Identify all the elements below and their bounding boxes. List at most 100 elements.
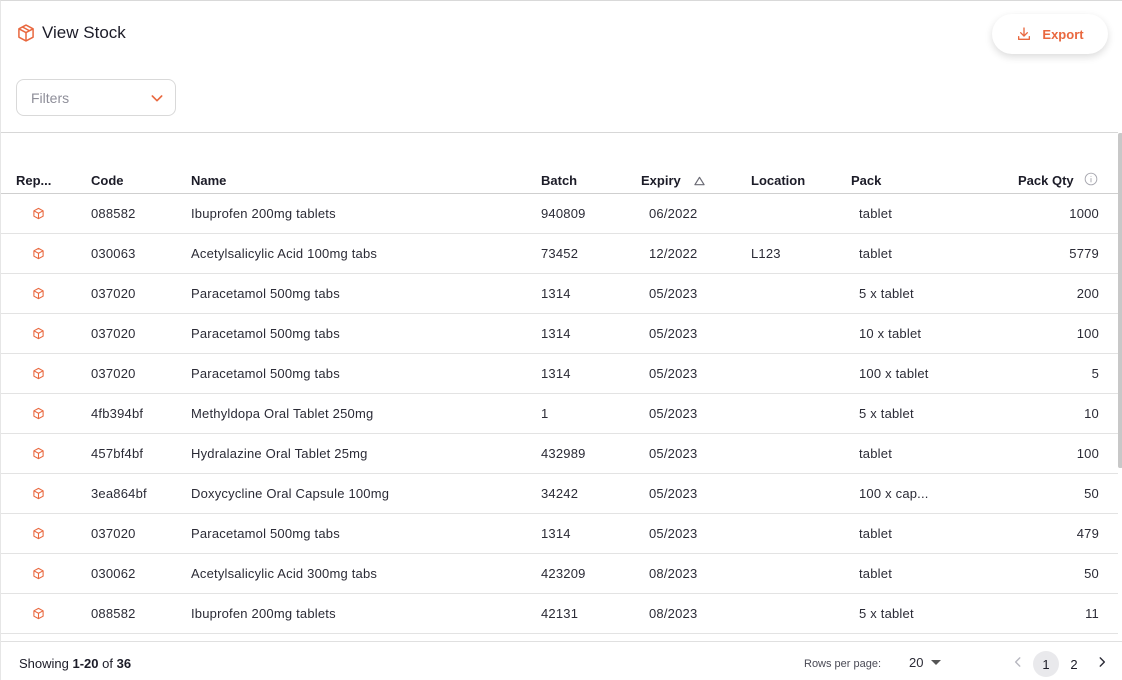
cell-code: 030063 bbox=[91, 246, 136, 261]
table-row[interactable]: 088582 Ibuprofen 200mg tablets 940809 06/20… bbox=[1, 194, 1118, 234]
box-icon bbox=[32, 447, 45, 460]
page-button-1[interactable]: 1 bbox=[1033, 651, 1059, 677]
cell-pack-qty: 100 bbox=[1076, 326, 1099, 341]
cell-pack: tablet bbox=[859, 566, 893, 581]
rows-per-page-select[interactable]: 20 bbox=[909, 655, 942, 670]
export-label: Export bbox=[1042, 26, 1084, 42]
table-row[interactable]: 037020 Paracetamol 500mg tabs 1314 05/2023 5… bbox=[1, 274, 1118, 314]
cell-expiry: 05/2023 bbox=[649, 366, 698, 381]
cell-batch: 34242 bbox=[541, 486, 579, 501]
cell-pack: tablet bbox=[859, 446, 893, 461]
column-header-code[interactable]: Code bbox=[91, 173, 124, 188]
cell-expiry: 05/2023 bbox=[649, 446, 698, 461]
table-body: 088582 Ibuprofen 200mg tablets 940809 06/20… bbox=[1, 194, 1118, 634]
table-row[interactable]: 030063 Acetylsalicylic Acid 100mg tabs 734… bbox=[1, 234, 1118, 274]
sort-ascending-icon[interactable] bbox=[694, 176, 705, 186]
table-row[interactable]: 030062 Acetylsalicylic Acid 300mg tabs 423… bbox=[1, 554, 1118, 594]
table-row[interactable]: 037020 Paracetamol 500mg tabs 1314 05/2023 1… bbox=[1, 354, 1118, 394]
table-row[interactable]: 037020 Paracetamol 500mg tabs 1314 05/2023 1… bbox=[1, 314, 1118, 354]
cell-expiry: 06/2022 bbox=[649, 206, 698, 221]
cell-pack-qty: 10 bbox=[1084, 406, 1099, 421]
rows-per-page-label: Rows per page: bbox=[804, 658, 882, 670]
cell-batch: 1314 bbox=[541, 366, 571, 381]
column-header-batch[interactable]: Batch bbox=[541, 173, 577, 188]
showing-of: of bbox=[98, 656, 117, 671]
box-icon bbox=[18, 24, 34, 42]
stock-table: Rep... Code Name Batch Expiry Location P… bbox=[1, 133, 1118, 634]
column-header-rep[interactable]: Rep... bbox=[16, 173, 51, 188]
box-icon bbox=[32, 207, 45, 220]
cell-expiry: 08/2023 bbox=[649, 606, 698, 621]
cell-pack: 5 x tablet bbox=[859, 606, 914, 621]
rows-per-page-value: 20 bbox=[909, 655, 924, 670]
cell-name: Ibuprofen 200mg tablets bbox=[191, 606, 336, 621]
showing-prefix: Showing bbox=[19, 656, 73, 671]
table-header: Rep... Code Name Batch Expiry Location P… bbox=[1, 133, 1118, 194]
cell-pack-qty: 50 bbox=[1084, 486, 1099, 501]
column-header-pack[interactable]: Pack bbox=[851, 173, 881, 188]
table-row[interactable]: 4fb394bf Methyldopa Oral Tablet 250mg 1 05/… bbox=[1, 394, 1118, 434]
column-header-pack-qty[interactable]: Pack Qty bbox=[1018, 173, 1074, 188]
cell-code: 030062 bbox=[91, 566, 136, 581]
box-icon bbox=[32, 327, 45, 340]
cell-name: Paracetamol 500mg tabs bbox=[191, 286, 340, 301]
table-row[interactable]: 3ea864bf Doxycycline Oral Capsule 100mg 34… bbox=[1, 474, 1118, 514]
cell-expiry: 12/2022 bbox=[649, 246, 698, 261]
box-icon bbox=[32, 607, 45, 620]
showing-range: 1-20 bbox=[72, 656, 99, 671]
cell-batch: 423209 bbox=[541, 566, 586, 581]
cell-name: Paracetamol 500mg tabs bbox=[191, 326, 340, 341]
cell-code: 088582 bbox=[91, 206, 136, 221]
info-icon[interactable] bbox=[1084, 172, 1098, 186]
column-header-expiry[interactable]: Expiry bbox=[641, 173, 681, 188]
box-icon bbox=[32, 527, 45, 540]
cell-expiry: 08/2023 bbox=[649, 566, 698, 581]
cell-name: Paracetamol 500mg tabs bbox=[191, 366, 340, 381]
showing-total: 36 bbox=[116, 656, 132, 671]
column-header-location[interactable]: Location bbox=[751, 173, 805, 188]
vertical-scrollbar[interactable] bbox=[1118, 133, 1122, 468]
box-icon bbox=[32, 247, 45, 260]
cell-expiry: 05/2023 bbox=[649, 526, 698, 541]
cell-pack: tablet bbox=[859, 246, 893, 261]
cell-name: Ibuprofen 200mg tablets bbox=[191, 206, 336, 221]
table-row[interactable]: 037020 Paracetamol 500mg tabs 1314 05/2023 t… bbox=[1, 514, 1118, 554]
page-header: View Stock Export Filters bbox=[1, 1, 1118, 133]
cell-pack-qty: 479 bbox=[1076, 526, 1099, 541]
export-button[interactable]: Export bbox=[992, 14, 1108, 54]
box-icon bbox=[32, 487, 45, 500]
cell-expiry: 05/2023 bbox=[649, 286, 698, 301]
cell-batch: 432989 bbox=[541, 446, 586, 461]
cell-pack-qty: 11 bbox=[1085, 606, 1099, 621]
cell-name: Hydralazine Oral Tablet 25mg bbox=[191, 446, 368, 461]
cell-location: L123 bbox=[751, 246, 781, 261]
cell-pack-qty: 1000 bbox=[1069, 206, 1099, 221]
cell-pack: tablet bbox=[859, 206, 893, 221]
cell-expiry: 05/2023 bbox=[649, 486, 698, 501]
cell-pack: 100 x cap... bbox=[859, 486, 929, 501]
table-row[interactable]: 457bf4bf Hydralazine Oral Tablet 25mg 4329… bbox=[1, 434, 1118, 474]
box-icon bbox=[32, 567, 45, 580]
column-header-name[interactable]: Name bbox=[191, 173, 226, 188]
caret-down-icon bbox=[931, 660, 942, 665]
cell-pack: 5 x tablet bbox=[859, 406, 914, 421]
chevron-down-icon bbox=[151, 95, 163, 102]
table-row[interactable]: 088582 Ibuprofen 200mg tablets 42131 08/202… bbox=[1, 594, 1118, 634]
cell-code: 457bf4bf bbox=[91, 446, 144, 461]
next-page-icon[interactable] bbox=[1095, 655, 1109, 669]
filters-dropdown[interactable]: Filters bbox=[16, 79, 176, 116]
cell-pack-qty: 200 bbox=[1076, 286, 1099, 301]
download-icon bbox=[1018, 27, 1031, 40]
cell-code: 3ea864bf bbox=[91, 486, 147, 501]
box-icon bbox=[32, 367, 45, 380]
cell-name: Acetylsalicylic Acid 100mg tabs bbox=[191, 246, 378, 261]
page-button-2[interactable]: 2 bbox=[1061, 651, 1087, 677]
page-title-group: View Stock bbox=[16, 23, 126, 43]
box-icon bbox=[32, 407, 45, 420]
cell-code: 088582 bbox=[91, 606, 136, 621]
cell-name: Paracetamol 500mg tabs bbox=[191, 526, 340, 541]
cell-name: Methyldopa Oral Tablet 250mg bbox=[191, 406, 374, 421]
cell-name: Doxycycline Oral Capsule 100mg bbox=[191, 486, 390, 501]
previous-page-icon[interactable] bbox=[1011, 655, 1025, 669]
cell-batch: 940809 bbox=[541, 206, 586, 221]
